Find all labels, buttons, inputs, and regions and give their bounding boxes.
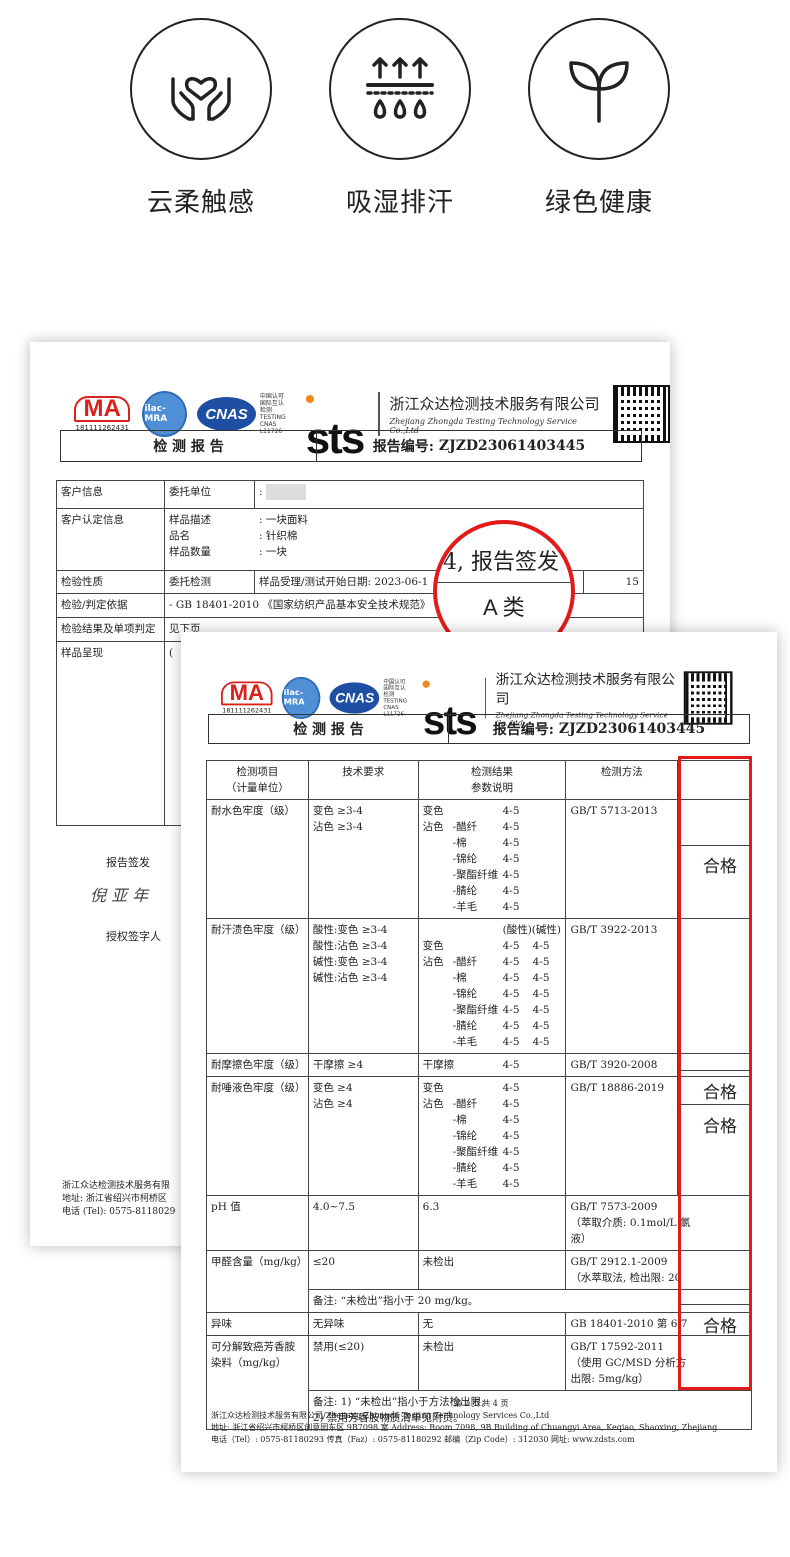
heart-hands-icon	[130, 18, 272, 160]
pass-label: 合格	[703, 1117, 737, 1137]
report-title-bar: 检 测 报 告 报告编号: ZJZD23061403445	[208, 714, 750, 744]
zoom-text-2: A 类	[483, 595, 525, 620]
feature-green: 绿色健康	[524, 18, 674, 219]
report-number: 报告编号: ZJZD23061403445	[492, 721, 706, 738]
auth-signer-label: 授权签字人	[106, 930, 161, 943]
table-row: 耐水色牢度（级） 变色 ≥3-4 沾色 ≥3-4 变色 4-5 沾色 -醋纤 4-5 -…	[206, 799, 752, 919]
zoom-text-1: 4, 报告签发	[443, 550, 559, 575]
back-footer: 浙江众达检测技术服务有限 地址: 浙江省绍兴市柯桥区 电话 (Tel): 057…	[62, 1181, 176, 1217]
sprout-icon	[528, 18, 670, 160]
ilac-logo: ilac-MRA	[281, 676, 321, 720]
feature-label: 云柔触感	[146, 188, 255, 218]
test-results-table: 检测项目 （计量单位） 技术要求 检测结果 参数说明 检测方法 耐水色牢度（级） 变…	[206, 760, 753, 1430]
table-row: pH 值 4.0~7.5 6.3 GB/T 7573-2009 （萃取介质: 0.…	[206, 1195, 752, 1251]
cnas-caption: 中国认可 国际互认 检测 TESTING CNAS L11726	[259, 393, 286, 435]
cnas-logo: CNAS	[197, 397, 256, 431]
report-title: 检 测 报 告	[209, 715, 449, 743]
table-row: 耐汗渍色牢度（级） 酸性:变色 ≥3-4 酸性:沾色 ≥3-4 碱性:变色 ≥3-4…	[206, 918, 752, 1054]
feature-label: 吸湿排汗	[345, 188, 454, 218]
table-row: 可分解致癌芳香胺染料（mg/kg） 禁用(≤20) 未检出 GB/T 17592…	[206, 1335, 752, 1430]
report-title: 检 测 报 告	[61, 431, 317, 461]
feature-label: 绿色健康	[544, 188, 653, 218]
signer-label: 报告签发	[106, 856, 150, 869]
cnas-caption: 中国认可 国际互认 检测 TESTING CNAS L11726	[383, 678, 408, 718]
table-row: 异味 无异味 无 GB 18401-2010 第 6.7	[206, 1312, 752, 1336]
report-title-bar: 检 测 报 告 报告编号: ZJZD23061403445	[60, 430, 642, 462]
pass-label: 合格	[703, 1317, 737, 1337]
table-row: 耐唾液色牢度（级） 变色 ≥4 沾色 ≥4 变色 4-5 沾色 -醋纤 4-5 -棉 4-…	[206, 1076, 752, 1196]
pass-label: 合格	[703, 1083, 737, 1103]
ma-logo: MA 181111262431	[221, 680, 273, 715]
pass-label: 合格	[703, 857, 737, 877]
signature: 倪 亚 年	[90, 886, 149, 905]
moisture-wicking-icon	[329, 18, 471, 160]
company-name: 浙江众达检测技术服务有限公司 Zhejiang Zhongda Testing …	[389, 395, 600, 435]
ma-logo: MA 181111262431	[74, 395, 131, 432]
feature-soft: 云柔触感	[126, 18, 276, 219]
cnas-logo: CNAS	[329, 682, 380, 714]
front-footer: 第 2 页 共 4 页 浙江众达检测技术服务有限公司/Zhejiang Zhon…	[211, 1399, 718, 1444]
table-row: 甲醛含量（mg/kg） ≤20 未检出 GB/T 2912.1-2009 （水萃取…	[206, 1250, 752, 1313]
report-number: 报告编号: ZJZD23061403445	[372, 438, 586, 455]
table-row: 耐摩擦色牢度（级） 干摩擦 ≥4 干摩擦 4-5 GB/T 3920-2008	[206, 1053, 752, 1077]
feature-moisture: 吸湿排汗	[325, 18, 475, 219]
